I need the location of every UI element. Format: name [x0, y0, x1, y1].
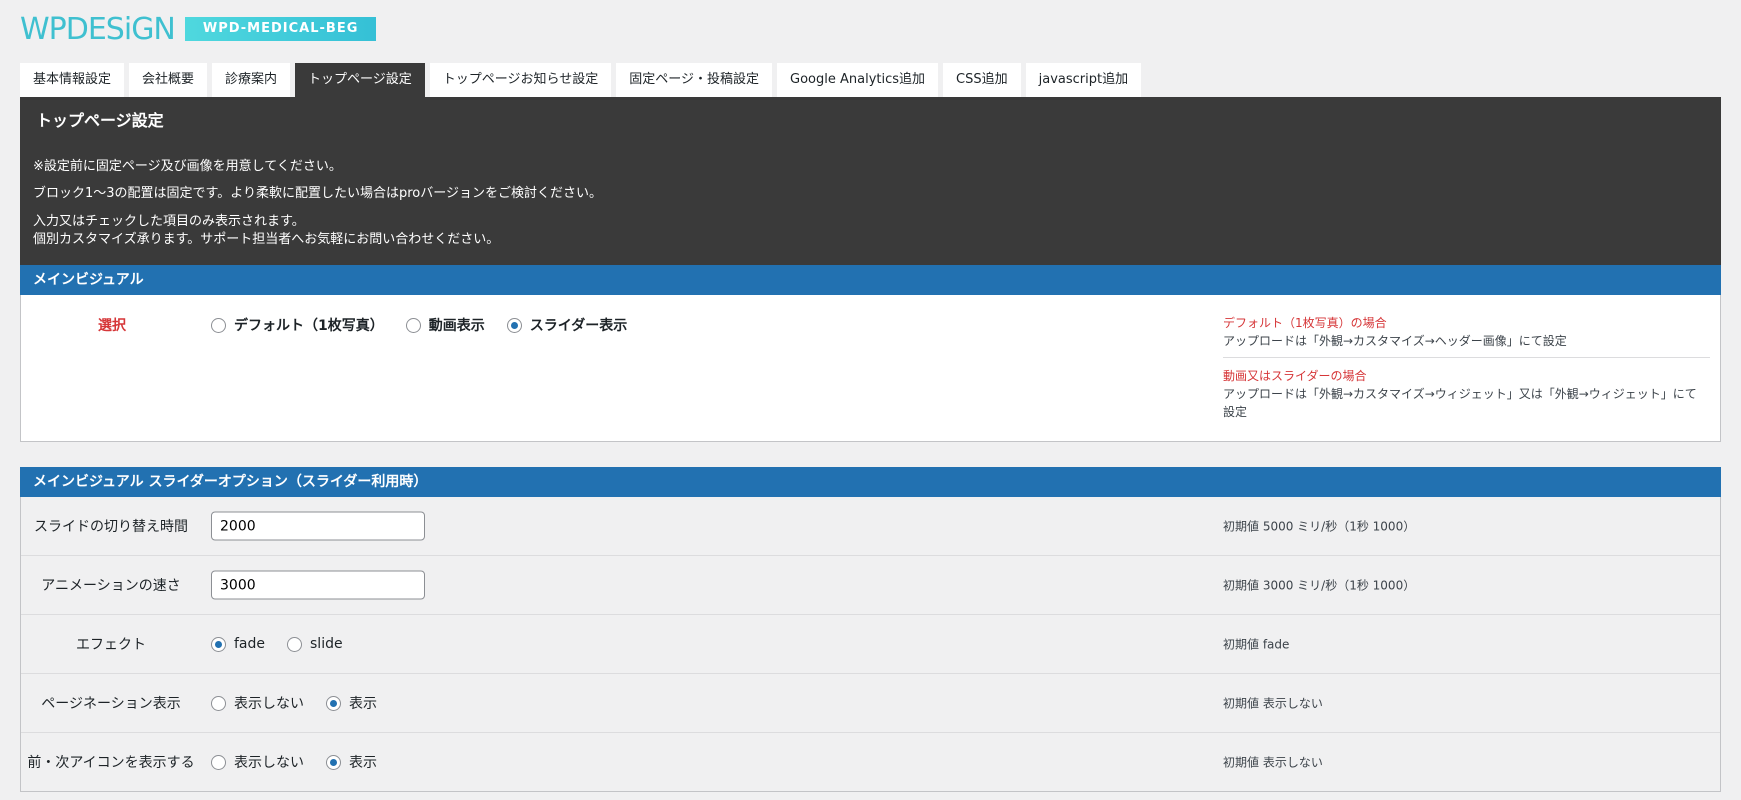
switch-time-field: [211, 511, 425, 541]
intro-line-3: 入力又はチェックした項目のみ表示されます。: [33, 214, 305, 229]
tab-company[interactable]: 会社概要: [129, 63, 208, 97]
radio-pagination-show-label[interactable]: 表示: [349, 693, 377, 713]
radio-slide-label[interactable]: slide: [310, 636, 343, 652]
pagination-note: 初期値 表示しない: [1223, 696, 1323, 711]
intro-line-1: ※設定前に固定ページ及び画像を用意してください。: [33, 159, 342, 174]
wpdesign-logo: WPDESiGN: [20, 11, 176, 47]
tab-css[interactable]: CSS追加: [943, 63, 1021, 97]
tab-basic-info[interactable]: 基本情報設定: [20, 63, 125, 97]
tab-top-news[interactable]: トップページお知らせ設定: [429, 63, 612, 97]
intro-box: トップページ設定 ※設定前に固定ページ及び画像を用意してください。 ブロック1～…: [20, 97, 1721, 265]
slider-options-heading: メインビジュアル スライダーオプション（スライダー利用時）: [20, 467, 1721, 497]
radio-nav-hide[interactable]: [211, 754, 226, 770]
radio-video[interactable]: [405, 317, 421, 333]
pagination-label: ページネーション表示: [41, 696, 181, 712]
option-row-switch-time: スライドの切り替え時間 初期値 5000 ミリ/秒（1秒 1000）: [21, 497, 1720, 555]
tab-google-analytics[interactable]: Google Analytics追加: [777, 63, 939, 97]
site-header: WPDESiGN WPD-MEDICAL-BEG: [20, 11, 377, 47]
anim-speed-note: 初期値 3000 ミリ/秒（1秒 1000）: [1223, 578, 1416, 593]
switch-time-note: 初期値 5000 ミリ/秒（1秒 1000）: [1223, 519, 1416, 534]
page-title: トップページ設定: [36, 111, 164, 130]
radio-pagination-show[interactable]: [326, 695, 341, 711]
note-default-title: デフォルト（1枚写真）の場合: [1223, 316, 1387, 330]
effect-radio-group: fade slide: [211, 636, 365, 652]
select-label: 選択: [98, 318, 126, 334]
radio-nav-show-label[interactable]: 表示: [349, 752, 377, 772]
radio-fade[interactable]: [211, 636, 226, 652]
radio-video-label[interactable]: 動画表示: [429, 315, 485, 335]
radio-slider-label[interactable]: スライダー表示: [530, 315, 627, 335]
radio-pagination-hide[interactable]: [211, 695, 226, 711]
top-page-panel: トップページ設定 ※設定前に固定ページ及び画像を用意してください。 ブロック1～…: [20, 97, 1721, 792]
switch-time-input[interactable]: [211, 511, 425, 541]
radio-default-label[interactable]: デフォルト（1枚写真）: [234, 315, 384, 335]
tab-javascript[interactable]: javascript追加: [1025, 63, 1142, 97]
effect-label: エフェクト: [76, 637, 146, 653]
radio-nav-show[interactable]: [326, 754, 341, 770]
option-row-anim-speed: アニメーションの速さ 初期値 3000 ミリ/秒（1秒 1000）: [21, 555, 1720, 614]
anim-speed-label: アニメーションの速さ: [41, 578, 181, 594]
radio-fade-label[interactable]: fade: [234, 636, 265, 652]
option-row-pagination: ページネーション表示 表示しない 表示 初期値 表示しない: [21, 673, 1720, 732]
anim-speed-input[interactable]: [211, 570, 425, 600]
radio-slide[interactable]: [287, 636, 303, 652]
note-slider-title: 動画又はスライダーの場合: [1223, 369, 1367, 383]
settings-tabs: 基本情報設定 会社概要 診療案内 トップページ設定 トップページお知らせ設定 固…: [20, 63, 1146, 97]
switch-time-label: スライドの切り替え時間: [34, 519, 188, 535]
nav-icons-label: 前・次アイコンを表示する: [27, 755, 195, 771]
radio-nav-hide-label[interactable]: 表示しない: [234, 752, 304, 772]
nav-icons-radio-group: 表示しない 表示: [211, 752, 399, 772]
nav-icons-note: 初期値 表示しない: [1223, 755, 1323, 770]
anim-speed-field: [211, 570, 425, 600]
intro-line-2: ブロック1～3の配置は固定です。より柔軟に配置したい場合はproバージョンをご検…: [33, 186, 602, 201]
pagination-radio-group: 表示しない 表示: [211, 693, 399, 713]
effect-note: 初期値 fade: [1223, 637, 1290, 652]
radio-slider[interactable]: [506, 317, 522, 333]
option-row-nav-icons: 前・次アイコンを表示する 表示しない 表示 初期値 表示しない: [21, 732, 1720, 791]
note-slider-text-2: 設定: [1223, 405, 1248, 419]
radio-pagination-hide-label[interactable]: 表示しない: [234, 693, 304, 713]
tab-page-post[interactable]: 固定ページ・投稿設定: [616, 63, 773, 97]
theme-badge: WPD-MEDICAL-BEG: [184, 17, 377, 41]
note-default-text: アップロードは「外観→カスタマイズ→ヘッダー画像」にて設定: [1223, 334, 1567, 348]
slider-options-box: スライドの切り替え時間 初期値 5000 ミリ/秒（1秒 1000） アニメーシ…: [20, 497, 1721, 792]
radio-default[interactable]: [211, 317, 226, 333]
main-visual-heading: メインビジュアル: [20, 265, 1721, 295]
tab-top-page[interactable]: トップページ設定: [295, 63, 425, 97]
note-divider: [1223, 357, 1710, 358]
option-row-effect: エフェクト fade slide 初期値 fade: [21, 614, 1720, 673]
intro-line-4: 個別カスタマイズ承ります。サポート担当者へお気軽にお問い合わせください。: [33, 232, 500, 247]
tab-medical[interactable]: 診療案内: [212, 63, 291, 97]
main-visual-radio-group: デフォルト（1枚写真） 動画表示 スライダー表示: [211, 315, 649, 335]
main-visual-box: 選択 デフォルト（1枚写真） 動画表示 スライダー表示 デフォルト（1枚写真）の…: [20, 295, 1721, 442]
note-slider-text: アップロードは「外観→カスタマイズ→ウィジェット」又は「外観→ウィジェット」にて: [1223, 387, 1697, 401]
